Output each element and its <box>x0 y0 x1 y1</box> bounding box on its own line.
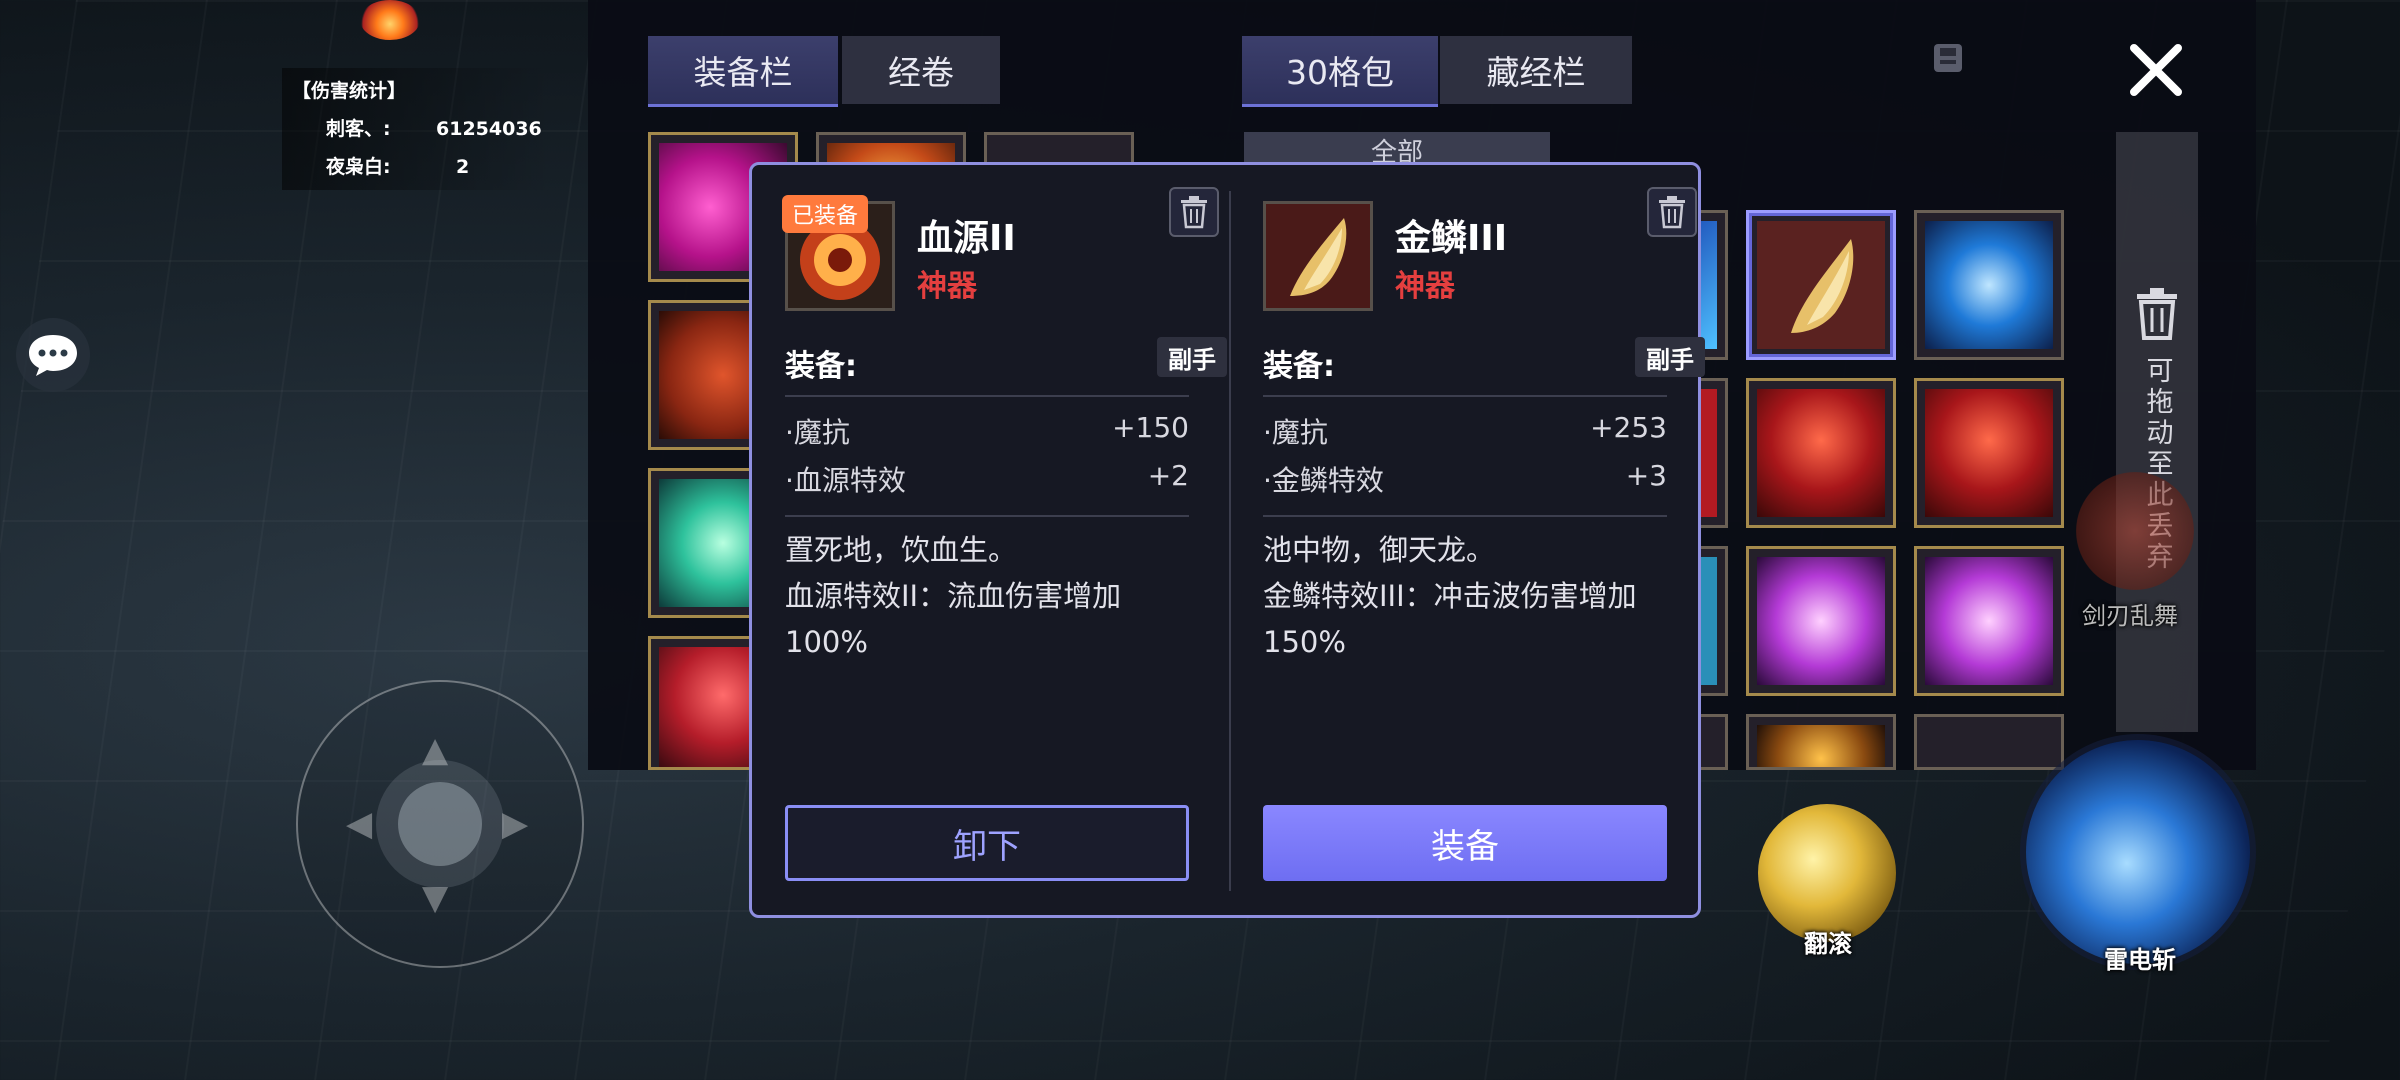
damage-row-name: 刺客、: <box>326 118 391 140</box>
item-image <box>1757 725 1885 767</box>
item-image <box>1925 557 2053 685</box>
item-image <box>1757 389 1885 517</box>
sword-dance-skill-label: 剑刃乱舞 <box>2082 602 2178 630</box>
separator <box>1263 515 1667 517</box>
item-description: 池中物，御天龙。 金鳞特效III：冲击波伤害增加150% <box>1263 527 1667 665</box>
save-button[interactable] <box>1930 40 1966 76</box>
bag-slot[interactable] <box>1746 378 1896 528</box>
delete-equipped-button[interactable] <box>1169 187 1219 237</box>
stat-value: +253 <box>1590 411 1667 444</box>
equip-button[interactable]: 装备 <box>1263 805 1667 881</box>
slot-type-tag: 副手 <box>1635 337 1705 377</box>
golden-claw-icon <box>1266 204 1370 308</box>
trash-icon <box>2137 288 2177 340</box>
damage-stats-title: 【伤害统计】 <box>292 80 407 102</box>
item-compare-dialog: 已装备 血源II 神器 装备: 副手 ·魔抗 +150 ·血源特效 +2 置死地… <box>749 162 1705 918</box>
stat-value: +2 <box>1147 459 1189 492</box>
equip-slot-label: 装备: <box>785 349 857 384</box>
stat-name: ·魔抗 <box>1263 416 1328 449</box>
close-button[interactable] <box>2122 36 2190 104</box>
delete-candidate-button[interactable] <box>1647 187 1697 237</box>
bag-slot[interactable] <box>1914 546 2064 696</box>
item-image <box>1757 557 1885 685</box>
fire-icon <box>360 0 420 40</box>
separator <box>1263 395 1667 397</box>
stat-row: ·血源特效 +2 <box>785 459 1189 499</box>
slot-type-tag: 副手 <box>1157 337 1227 377</box>
separator <box>785 515 1189 517</box>
stat-row: ·魔抗 +253 <box>1263 411 1667 451</box>
item-description-line: 血源特效II：流血伤害增加100% <box>785 579 1122 659</box>
item-description: 置死地，饮血生。 血源特效II：流血伤害增加100% <box>785 527 1189 665</box>
stat-name: ·魔抗 <box>785 416 850 449</box>
stat-value: +3 <box>1625 459 1667 492</box>
stat-row: ·金鳞特效 +3 <box>1263 459 1667 499</box>
bag-slot-selected[interactable] <box>1746 210 1896 360</box>
candidate-item-panel: 金鳞III 神器 装备: 副手 ·魔抗 +253 ·金鳞特效 +3 池中物，御天… <box>1263 165 1705 915</box>
tab-bag[interactable]: 30格包 <box>1242 36 1438 107</box>
arrow-up-icon: ▲ <box>422 730 449 770</box>
joystick-knob[interactable] <box>398 782 482 866</box>
candidate-item-rarity: 神器 <box>1395 269 1455 304</box>
bag-slot[interactable] <box>1914 714 2064 770</box>
damage-row-value: 2 <box>456 156 470 178</box>
separator <box>785 395 1189 397</box>
damage-row-name: 夜枭白: <box>326 156 391 178</box>
bag-slot[interactable] <box>1746 546 1896 696</box>
item-image <box>1925 221 2053 349</box>
tab-sutra-storage[interactable]: 藏经栏 <box>1440 36 1632 104</box>
thunder-slash-skill-button[interactable] <box>2026 740 2250 964</box>
chat-button[interactable] <box>16 318 90 392</box>
damage-row: 刺客、: 61254036 <box>292 110 542 148</box>
roll-skill-label: 翻滚 <box>1804 930 1852 958</box>
item-description-line: 金鳞特效III：冲击波伤害增加150% <box>1263 579 1637 659</box>
bag-slot[interactable] <box>1746 714 1896 770</box>
close-icon <box>2130 44 2182 96</box>
chat-icon <box>29 335 77 376</box>
equipped-item-rarity: 神器 <box>917 269 977 304</box>
arrow-left-icon: ◀ <box>346 804 373 844</box>
damage-row-value: 61254036 <box>436 118 542 140</box>
sword-dance-skill-button[interactable] <box>2076 472 2194 590</box>
damage-stats: 【伤害统计】 刺客、: 61254036 夜枭白: 2 <box>282 68 552 190</box>
stat-name: ·血源特效 <box>785 464 906 497</box>
equipped-item-name: 血源II <box>917 218 1016 259</box>
equipped-item-panel: 已装备 血源II 神器 装备: 副手 ·魔抗 +150 ·血源特效 +2 置死地… <box>782 165 1227 915</box>
damage-row: 夜枭白: 2 <box>292 148 542 186</box>
roll-skill-button[interactable] <box>1758 804 1896 942</box>
bag-slot[interactable] <box>1914 210 2064 360</box>
tab-scrolls[interactable]: 经卷 <box>842 36 1000 104</box>
equip-slot-label: 装备: <box>1263 349 1335 384</box>
item-description-line: 置死地，饮血生。 <box>785 533 1018 567</box>
stat-name: ·金鳞特效 <box>1263 464 1384 497</box>
dialog-divider <box>1229 191 1231 891</box>
arrow-right-icon: ▶ <box>502 804 529 844</box>
save-icon <box>1934 44 1962 72</box>
unequip-button[interactable]: 卸下 <box>785 805 1189 881</box>
candidate-item-icon <box>1263 201 1373 311</box>
item-description-line: 池中物，御天龙。 <box>1263 533 1496 567</box>
tab-equipment[interactable]: 装备栏 <box>648 36 838 107</box>
golden-claw-icon <box>1791 239 1854 333</box>
trash-icon <box>1659 196 1685 229</box>
item-image <box>1757 221 1885 349</box>
trash-icon <box>1181 196 1207 229</box>
stat-row: ·魔抗 +150 <box>785 411 1189 451</box>
virtual-joystick[interactable]: ▲ ▼ ◀ ▶ <box>296 680 584 968</box>
arrow-down-icon: ▼ <box>422 878 449 918</box>
bag-slot[interactable] <box>1914 378 2064 528</box>
item-image <box>1925 389 2053 517</box>
candidate-item-name: 金鳞III <box>1395 218 1508 259</box>
thunder-slash-skill-label: 雷电斩 <box>2104 946 2176 974</box>
equipped-badge: 已装备 <box>782 195 869 233</box>
stat-value: +150 <box>1112 411 1189 444</box>
discard-drop-zone[interactable]: 可拖动至此丢弃 <box>2116 132 2198 732</box>
